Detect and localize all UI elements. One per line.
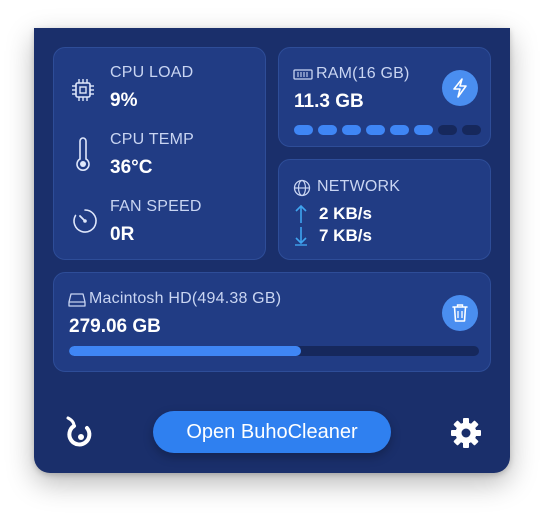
arrow-up-icon (295, 204, 307, 223)
ram-meter-segment (462, 125, 481, 135)
cpu-temp-label: CPU TEMP (110, 131, 194, 148)
ram-meter-segment (342, 125, 361, 135)
download-speed-value: 7 KB/s (319, 226, 372, 245)
cpu-chip-icon (72, 79, 94, 101)
disk-clean-button[interactable] (442, 295, 478, 331)
ram-card: RAM(16 GB) 11.3 GB (278, 47, 491, 147)
ram-meter-segment (390, 125, 409, 135)
fan-speed-value: 0R (110, 224, 135, 245)
ram-boost-button[interactable] (442, 70, 478, 106)
cpu-card: CPU LOAD 9% CPU TEMP 36°C FAN SPEED 0R (53, 47, 266, 260)
ram-usage-meter (294, 125, 481, 135)
open-buhocleaner-button[interactable]: Open BuhoCleaner (153, 411, 391, 453)
ram-meter-segment (318, 125, 337, 135)
gear-icon[interactable] (450, 417, 482, 449)
speedometer-icon (73, 209, 97, 233)
network-label: NETWORK (317, 178, 401, 195)
lightning-icon (453, 78, 467, 98)
disk-usage-bar (69, 346, 479, 356)
disk-usage-fill (69, 346, 301, 356)
ram-value: 11.3 GB (294, 91, 364, 112)
trash-icon (452, 304, 468, 322)
ram-label: RAM(16 GB) (316, 65, 410, 82)
ram-meter-segment (414, 125, 433, 135)
buho-logo-icon[interactable] (62, 414, 96, 450)
ram-meter-segment (438, 125, 457, 135)
buhocleaner-menu-panel: CPU LOAD 9% CPU TEMP 36°C FAN SPEED 0R R… (34, 28, 510, 473)
thermometer-icon (76, 137, 90, 171)
ram-meter-segment (294, 125, 313, 135)
cpu-load-value: 9% (110, 90, 138, 111)
hard-drive-icon (68, 293, 86, 307)
disk-card: Macintosh HD(494.38 GB) 279.06 GB (53, 272, 491, 372)
network-card: NETWORK 2 KB/s 7 KB/s (278, 159, 491, 260)
memory-icon (293, 69, 313, 80)
fan-speed-label: FAN SPEED (110, 198, 202, 215)
ram-meter-segment (366, 125, 385, 135)
cpu-temp-value: 36°C (110, 157, 153, 178)
disk-label: Macintosh HD(494.38 GB) (89, 290, 282, 307)
cpu-load-label: CPU LOAD (110, 64, 194, 81)
upload-speed-value: 2 KB/s (319, 204, 372, 223)
globe-icon (293, 179, 311, 197)
disk-used-value: 279.06 GB (69, 316, 161, 337)
arrow-down-icon (295, 227, 307, 246)
